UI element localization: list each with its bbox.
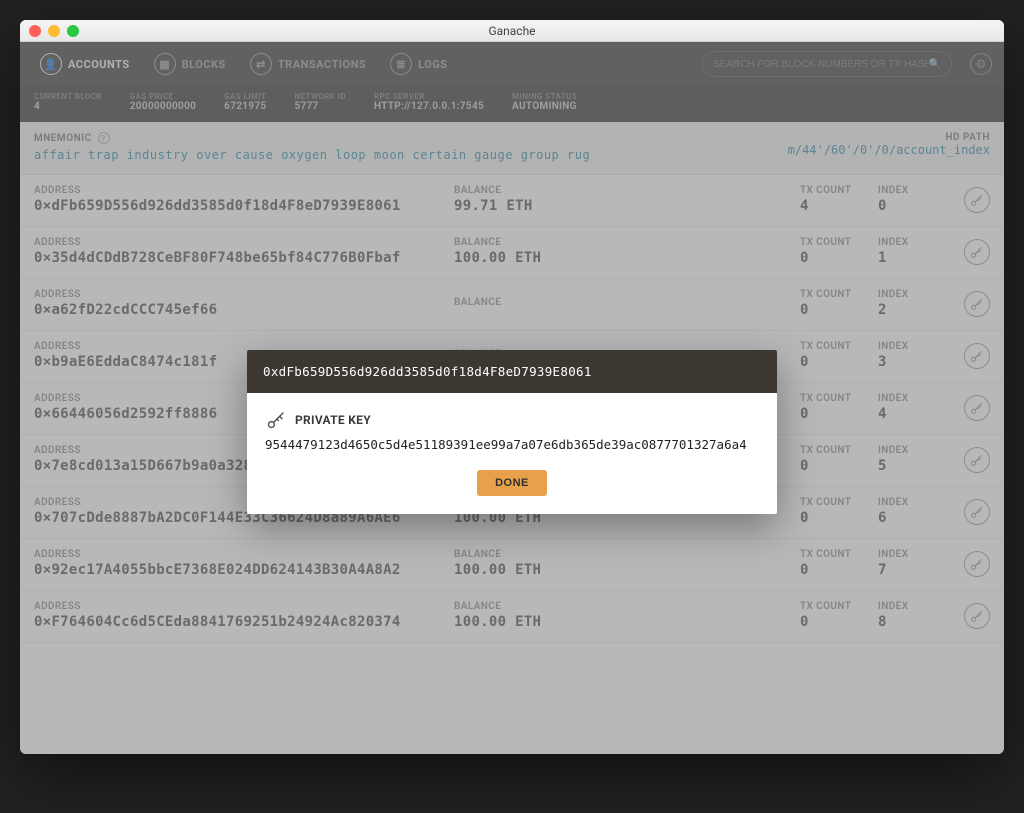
app-window: Ganache 👤 ACCOUNTS ▦ BLOCKS ⇄ TRANSACTIO… [20, 20, 1004, 754]
window-title: Ganache [20, 24, 1004, 38]
private-key-value: 9544479123d4650c5d4e51189391ee99a7a07e6d… [265, 437, 759, 452]
key-icon [265, 409, 287, 431]
private-key-label: PRIVATE KEY [295, 413, 371, 427]
done-button[interactable]: DONE [477, 470, 547, 496]
app-body: 👤 ACCOUNTS ▦ BLOCKS ⇄ TRANSACTIONS ≣ LOG… [20, 42, 1004, 754]
modal-address: 0xdFb659D556d926dd3585d0f18d4F8eD7939E80… [247, 350, 777, 393]
titlebar: Ganache [20, 20, 1004, 42]
private-key-modal: 0xdFb659D556d926dd3585d0f18d4F8eD7939E80… [247, 350, 777, 514]
